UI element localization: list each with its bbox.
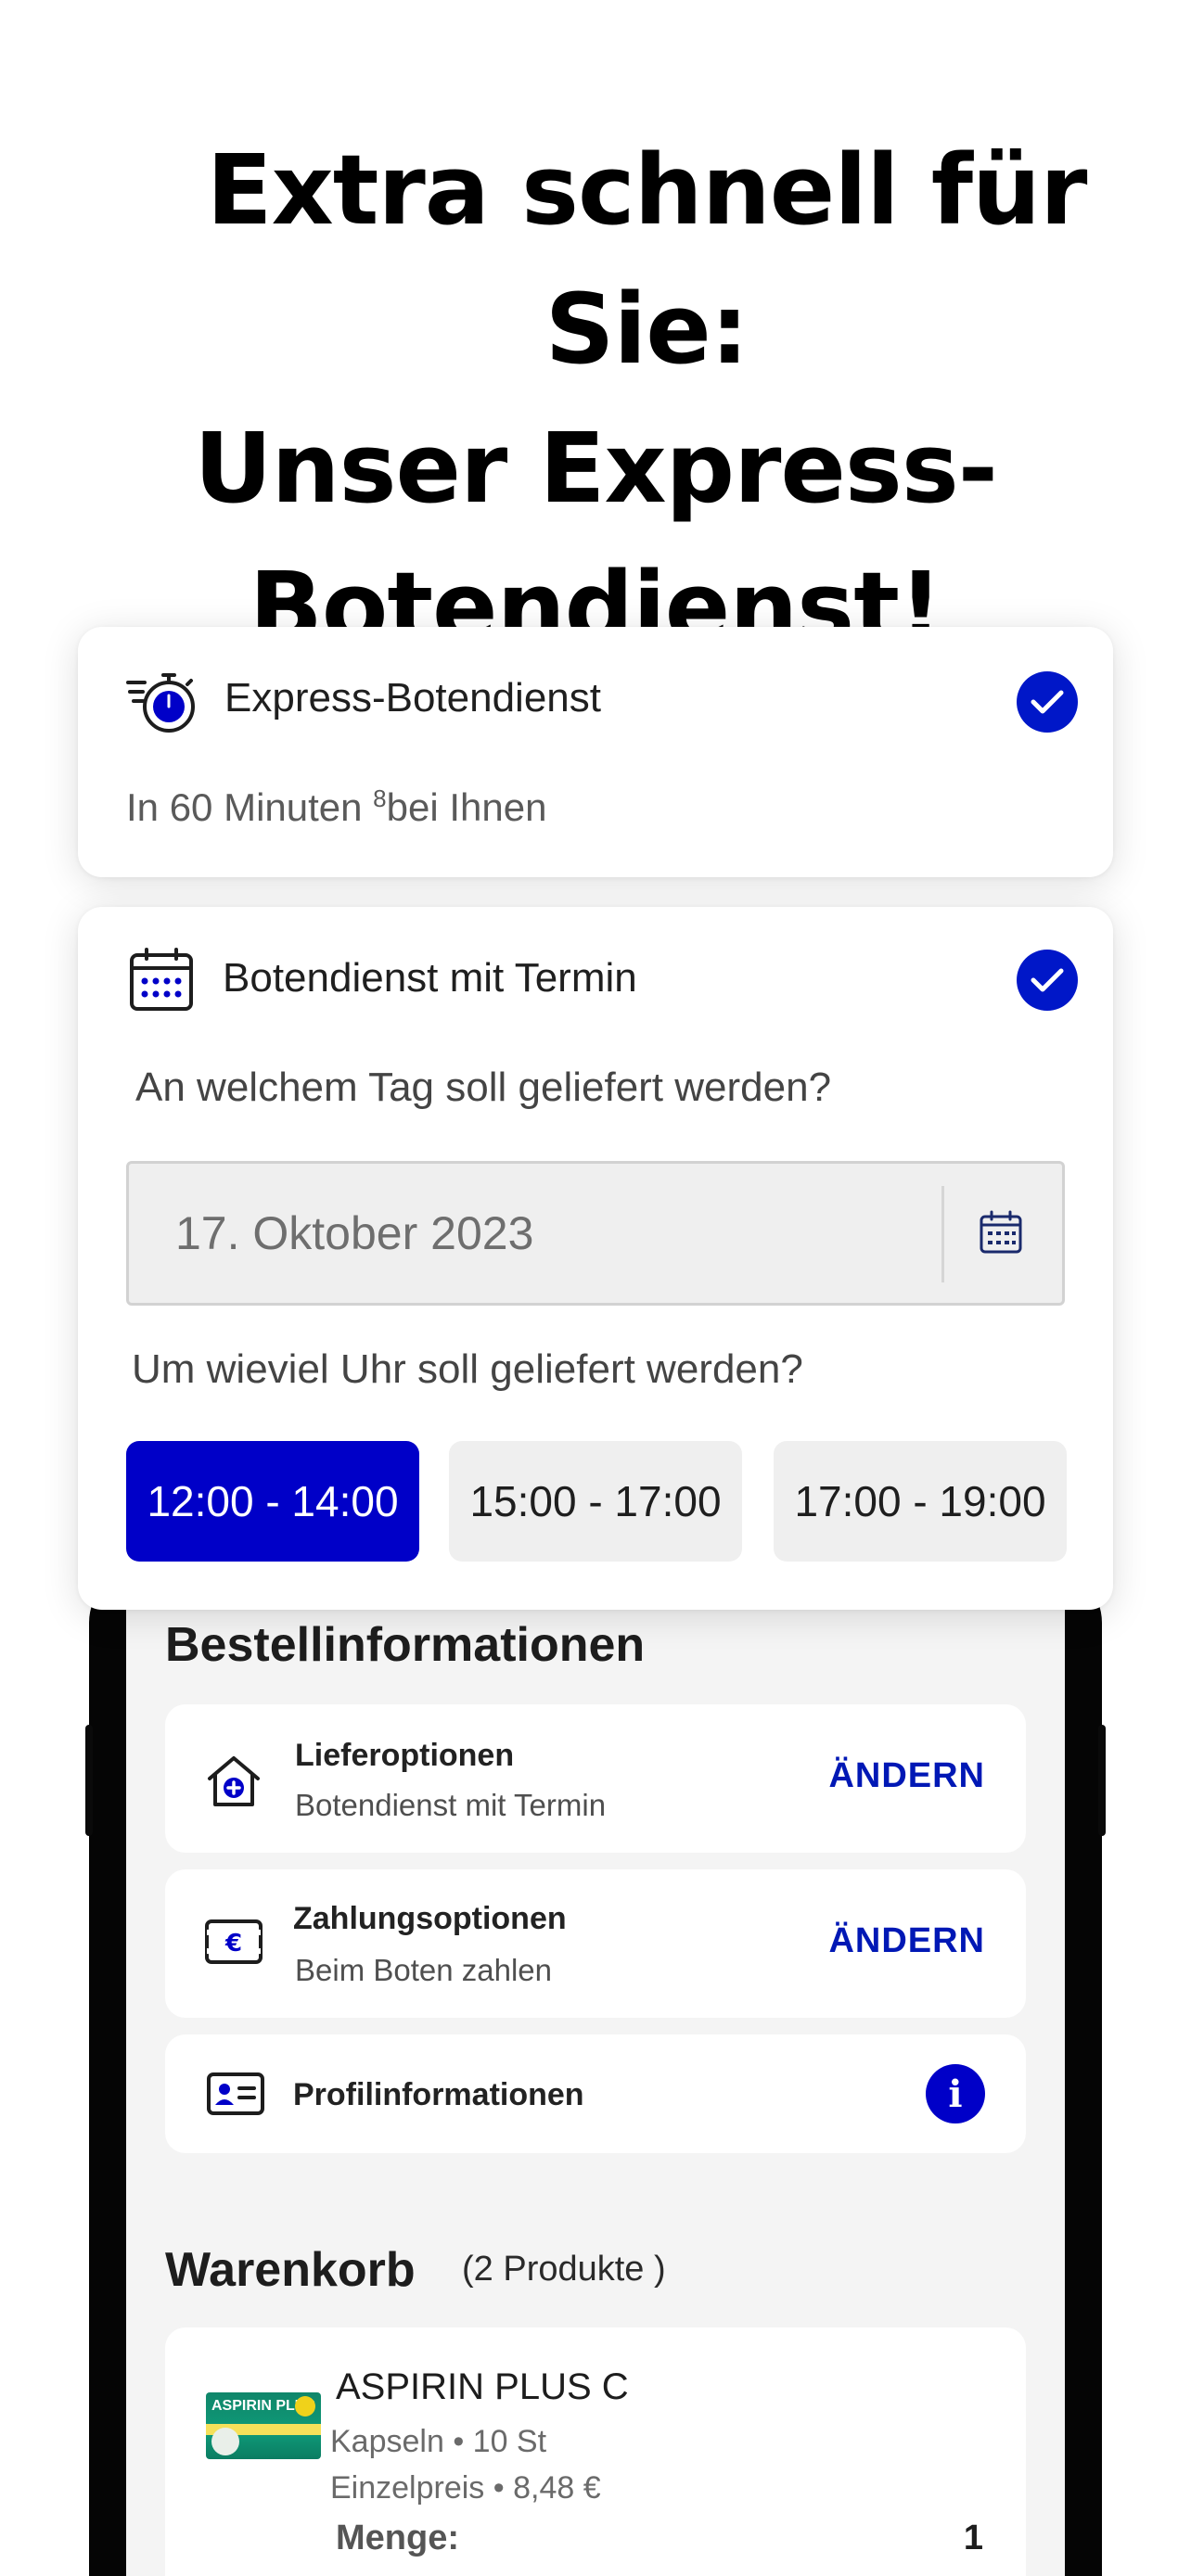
- product-image-c-badge: [295, 2396, 315, 2417]
- info-icon[interactable]: i: [926, 2064, 985, 2123]
- date-value: 17. Oktober 2023: [175, 1207, 534, 1259]
- product-image-tablet: [211, 2428, 239, 2455]
- calendar-icon: [128, 946, 195, 1017]
- express-subtitle-prefix: In 60 Minuten: [126, 785, 374, 829]
- date-field-divider: [941, 1186, 944, 1282]
- express-option-card[interactable]: Express-Botendienst In 60 Minuten 8bei I…: [78, 627, 1113, 877]
- payment-options-card[interactable]: € Zahlungsoptionen Beim Boten zahlen ÄND…: [165, 1869, 1026, 2018]
- house-plus-icon: [204, 1751, 263, 1815]
- cart-item[interactable]: ASPIRIN PLUS ASPIRIN PLUS C Kapseln • 10…: [165, 2327, 1026, 2576]
- time-question: Um wieviel Uhr soll geliefert werden?: [132, 1346, 803, 1392]
- express-subtitle-suffix: bei Ihnen: [386, 785, 547, 829]
- time-slot-2[interactable]: 15:00 - 17:00: [449, 1441, 742, 1562]
- delivery-options-card[interactable]: Lieferoptionen Botendienst mit Termin ÄN…: [165, 1704, 1026, 1853]
- phone-side-button-left: [85, 1725, 93, 1836]
- product-image: ASPIRIN PLUS: [206, 2392, 321, 2459]
- cart-count: (2 Produkte ): [462, 2250, 666, 2289]
- express-subtitle: In 60 Minuten 8bei Ihnen: [126, 784, 546, 830]
- appointment-title: Botendienst mit Termin: [223, 955, 637, 1001]
- headline-line-2: Unser Express-: [194, 412, 998, 525]
- quantity-label: Menge:: [336, 2519, 459, 2557]
- delivery-change-button[interactable]: ÄNDERN: [828, 1756, 985, 1796]
- product-unit-price: Einzelpreis • 8,48 €: [330, 2470, 601, 2506]
- payment-options-value: Beim Boten zahlen: [295, 1953, 553, 1987]
- quantity-value[interactable]: 1: [964, 2519, 983, 2558]
- appointment-check-icon[interactable]: [1017, 950, 1078, 1011]
- payment-options-label: Zahlungsoptionen: [293, 1901, 567, 1936]
- profile-info-card[interactable]: Profilinformationen i: [165, 2034, 1026, 2153]
- id-card-icon: [206, 2072, 265, 2121]
- date-picker-field[interactable]: 17. Oktober 2023: [126, 1161, 1065, 1306]
- product-form: Kapseln • 10 St: [330, 2424, 547, 2459]
- profile-info-label: Profilinformationen: [293, 2077, 584, 2112]
- day-question: An welchem Tag soll geliefert werden?: [135, 1065, 832, 1110]
- time-slot-3[interactable]: 17:00 - 19:00: [774, 1441, 1067, 1562]
- headline: Extra schnell für Sie: Unser Express- Bo…: [0, 121, 1191, 677]
- payment-change-button[interactable]: ÄNDERN: [828, 1921, 985, 1961]
- appointment-option-card[interactable]: Botendienst mit Termin An welchem Tag so…: [78, 907, 1113, 1610]
- phone-side-button-right: [1098, 1725, 1106, 1836]
- delivery-options-value: Botendienst mit Termin: [295, 1788, 607, 1822]
- euro-note-icon: €: [204, 1916, 263, 1972]
- express-title: Express-Botendienst: [224, 675, 601, 721]
- order-info-title: Bestellinformationen: [165, 1618, 646, 1672]
- express-check-icon[interactable]: [1017, 671, 1078, 733]
- date-picker-icon[interactable]: [979, 1210, 1023, 1259]
- stopwatch-icon: [126, 670, 200, 739]
- headline-line-1: Extra schnell für Sie:: [206, 134, 1088, 386]
- cart-title: Warenkorb: [165, 2243, 416, 2297]
- delivery-options-label: Lieferoptionen: [295, 1738, 515, 1773]
- time-slot-1[interactable]: 12:00 - 14:00: [126, 1441, 419, 1562]
- product-name[interactable]: ASPIRIN PLUS C: [336, 2366, 629, 2408]
- express-subtitle-footnote: 8: [373, 784, 387, 812]
- svg-text:€: €: [224, 1930, 242, 1958]
